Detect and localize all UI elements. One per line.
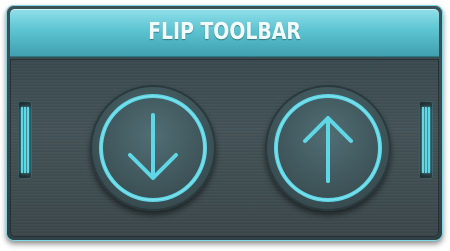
flip-up-button[interactable] xyxy=(265,85,391,211)
flip-toolbar-panel: FLIP TOOLBAR xyxy=(6,5,443,241)
grip-left-icon[interactable] xyxy=(18,101,32,179)
grip-line xyxy=(425,107,427,173)
grip-line xyxy=(422,107,424,173)
grip-line xyxy=(27,107,29,173)
arrow-up-icon xyxy=(274,94,382,202)
grip-line xyxy=(428,107,430,173)
grip-line xyxy=(24,107,26,173)
grip-right-icon[interactable] xyxy=(419,101,433,179)
toolbar-titlebar[interactable]: FLIP TOOLBAR xyxy=(10,9,439,57)
grip-line xyxy=(21,107,23,173)
toolbar-title: FLIP TOOLBAR xyxy=(148,19,301,45)
arrow-down-icon xyxy=(99,94,207,202)
flip-down-button[interactable] xyxy=(90,85,216,211)
